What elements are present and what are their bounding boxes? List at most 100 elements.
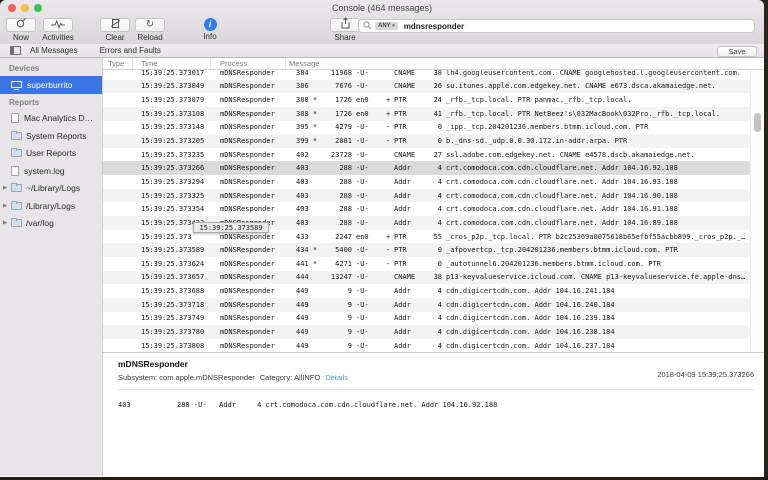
- cell-time: 15:39:25.373017: [141, 70, 205, 77]
- minimize-window-button[interactable]: [21, 4, 29, 12]
- table-row[interactable]: 15:39:25.373148 mDNSResponder 395 * 4279 -U-…: [103, 121, 764, 135]
- sidebar-item-user-reports[interactable]: User Reports: [0, 145, 102, 163]
- disclosure-triangle-icon[interactable]: ▶: [3, 203, 7, 209]
- search-input[interactable]: mdnsresponder: [404, 22, 464, 31]
- table-row[interactable]: 15:39:25.373657 mDNSResponder 444 13247 -U- C…: [103, 270, 764, 285]
- details-link[interactable]: Details: [325, 373, 348, 382]
- cell-q2: 9: [347, 314, 352, 323]
- column-header-message[interactable]: Message: [286, 59, 764, 68]
- sidebar-item--var-log[interactable]: ▶ /var/log: [0, 215, 102, 233]
- sidebar-item-label: ~/Library/Logs: [26, 183, 81, 194]
- sidebar-item-system-reports[interactable]: System Reports: [0, 127, 102, 145]
- cell-if: -U-: [356, 273, 369, 282]
- table-row[interactable]: 15:39:25.373108 mDNSResponder 388 * 1726 en0…: [103, 106, 764, 121]
- table-row[interactable]: 15:39:25.373589 mDNSResponder 434 * 5400 -U-…: [103, 243, 764, 257]
- reload-icon: ↻: [145, 19, 155, 30]
- disclosure-triangle-icon[interactable]: ▶: [3, 220, 7, 226]
- table-row[interactable]: 15:39:25.373205 mDNSResponder 399 * 2881 -U-…: [103, 134, 764, 148]
- cell-q1: 384: [296, 70, 309, 77]
- cell-flag: +: [386, 109, 391, 118]
- reload-button[interactable]: ↻ Reload: [133, 18, 167, 42]
- subsystem-label: Subsystem: com.apple.mDNSResponder: [118, 373, 255, 382]
- vertical-scrollbar[interactable]: [750, 70, 764, 352]
- search-scope-token[interactable]: ANY ▾: [375, 22, 398, 30]
- column-header-time[interactable]: Time: [133, 58, 211, 69]
- cell-len: 38: [433, 70, 442, 77]
- cell-proc: mDNSResponder: [220, 273, 275, 282]
- table-row[interactable]: 15:39:25.373354 mDNSResponder 403 288 -U- Add…: [103, 202, 764, 216]
- cell-proc: mDNSResponder: [220, 246, 275, 255]
- cell-txt: cdn.digicertcdn.com. Addr 104.16.238.184: [446, 327, 615, 336]
- cell-if: -U-: [356, 137, 369, 146]
- cell-if: en0: [356, 96, 369, 105]
- sidebar-item-mac-analytics-d-[interactable]: Mac Analytics D…: [0, 110, 102, 128]
- category-label: Category: AllINFO: [259, 373, 321, 382]
- cell-flag: -: [386, 123, 391, 132]
- close-window-button[interactable]: [8, 4, 16, 12]
- sidebar-item-superburrito[interactable]: superburrito: [0, 76, 102, 94]
- column-header-type[interactable]: Type: [103, 58, 133, 69]
- tab-all-messages[interactable]: All Messages: [30, 46, 78, 55]
- search-field[interactable]: ANY ▾ mdnsresponder: [358, 19, 755, 33]
- zoom-window-button[interactable]: [34, 4, 42, 12]
- table-row[interactable]: 15:39:25.373049 mDNSResponder 386 7676 -U- CN…: [103, 79, 764, 94]
- cell-len: 24: [433, 96, 442, 105]
- table-row[interactable]: 15:39:25.373780 mDNSResponder 449 9 -U- Addr 4…: [103, 325, 764, 339]
- table-row[interactable]: 15:39:25.373235 mDNSResponder 402 23728 -U- C…: [103, 148, 764, 162]
- column-header-process[interactable]: Process: [211, 58, 286, 69]
- cell-rt: Addr: [394, 327, 411, 336]
- sidebar-item--library-logs[interactable]: ▶ /Library/Logs: [0, 197, 102, 215]
- table-row[interactable]: 15:39:25.373325 mDNSResponder 403 288 -U- Add…: [103, 188, 764, 203]
- save-button[interactable]: Save: [717, 45, 757, 57]
- cell-len: 27: [433, 150, 442, 159]
- cell-flag: -: [386, 137, 391, 146]
- cell-rt: CNAME: [394, 150, 416, 159]
- cell-if: -U-: [356, 246, 369, 255]
- cell-proc: mDNSResponder: [220, 150, 275, 159]
- cell-time: 15:39:25.373749: [141, 314, 205, 323]
- share-button[interactable]: Share: [328, 17, 362, 42]
- cell-q2: 11968: [330, 70, 352, 77]
- cell-len: 38: [433, 273, 442, 282]
- sidebar-item--library-logs[interactable]: ▶ ~/Library/Logs: [0, 180, 102, 198]
- cell-q1: 449: [296, 341, 309, 350]
- now-button[interactable]: Now: [4, 18, 38, 42]
- detail-divider: [118, 389, 754, 390]
- table-row[interactable]: 15:39:25.373808 mDNSResponder 449 9 -U- Addr 4…: [103, 339, 764, 352]
- cell-q1: 388 *: [296, 96, 318, 105]
- cell-time: 15:39:25.373325: [141, 191, 205, 200]
- table-row[interactable]: 15:39:25.373266 mDNSResponder 403 288 -U- Add…: [103, 161, 764, 176]
- cell-proc: mDNSResponder: [220, 205, 275, 214]
- cell-q2: 1726: [335, 96, 352, 105]
- sidebar-item-system-log[interactable]: system.log: [0, 162, 102, 180]
- table-header: Type Time Process Message: [103, 58, 764, 70]
- cell-time: 15:39:25.373657: [141, 273, 205, 282]
- scrollbar-thumb[interactable]: [754, 113, 761, 132]
- info-button[interactable]: Info: [193, 18, 227, 41]
- cell-len: 4: [437, 164, 442, 173]
- table-row[interactable]: 15:39:25.373624 mDNSResponder 441 * 4271 -U-…: [103, 257, 764, 271]
- cell-if: -U-: [356, 191, 369, 200]
- table-row[interactable]: 15:39:25.373749 mDNSResponder 449 9 -U- Addr 4…: [103, 312, 764, 326]
- tab-errors-and-faults[interactable]: Errors and Faults: [100, 46, 161, 55]
- cell-flag: +: [386, 96, 391, 105]
- table-row[interactable]: 15:39:25.373688 mDNSResponder 449 9 -U- Addr 4…: [103, 284, 764, 298]
- table-row[interactable]: 15:39:25.373079 mDNSResponder 388 * 1726 en0…: [103, 93, 764, 107]
- cell-q1: 433: [296, 232, 309, 241]
- table-row[interactable]: 15:39:25.373294 mDNSResponder 403 288 -U- Add…: [103, 175, 764, 189]
- cell-rt: Addr: [394, 191, 411, 200]
- clear-button[interactable]: Clear: [98, 18, 132, 42]
- cell-proc: mDNSResponder: [220, 191, 275, 200]
- cell-len: 0: [437, 137, 442, 146]
- sidebar-toggle-icon[interactable]: [10, 46, 21, 55]
- cell-if: -U-: [356, 287, 369, 296]
- disclosure-triangle-icon[interactable]: ▶: [3, 185, 7, 191]
- table-row[interactable]: 15:39:25.373017 mDNSResponder 384 11968 -U- C…: [103, 70, 764, 80]
- sidebar-item-label: superburrito: [27, 79, 73, 90]
- cell-rt: Addr: [394, 300, 411, 309]
- table-row[interactable]: 15:39:25.373718 mDNSResponder 449 9 -U- Addr 4…: [103, 297, 764, 312]
- cell-txt: crt.comodoca.com.cdn.cloudflare.net. Add…: [446, 218, 678, 227]
- cell-if: -U-: [356, 123, 369, 132]
- cell-if: -U-: [356, 150, 369, 159]
- activities-button[interactable]: Activities: [38, 18, 78, 42]
